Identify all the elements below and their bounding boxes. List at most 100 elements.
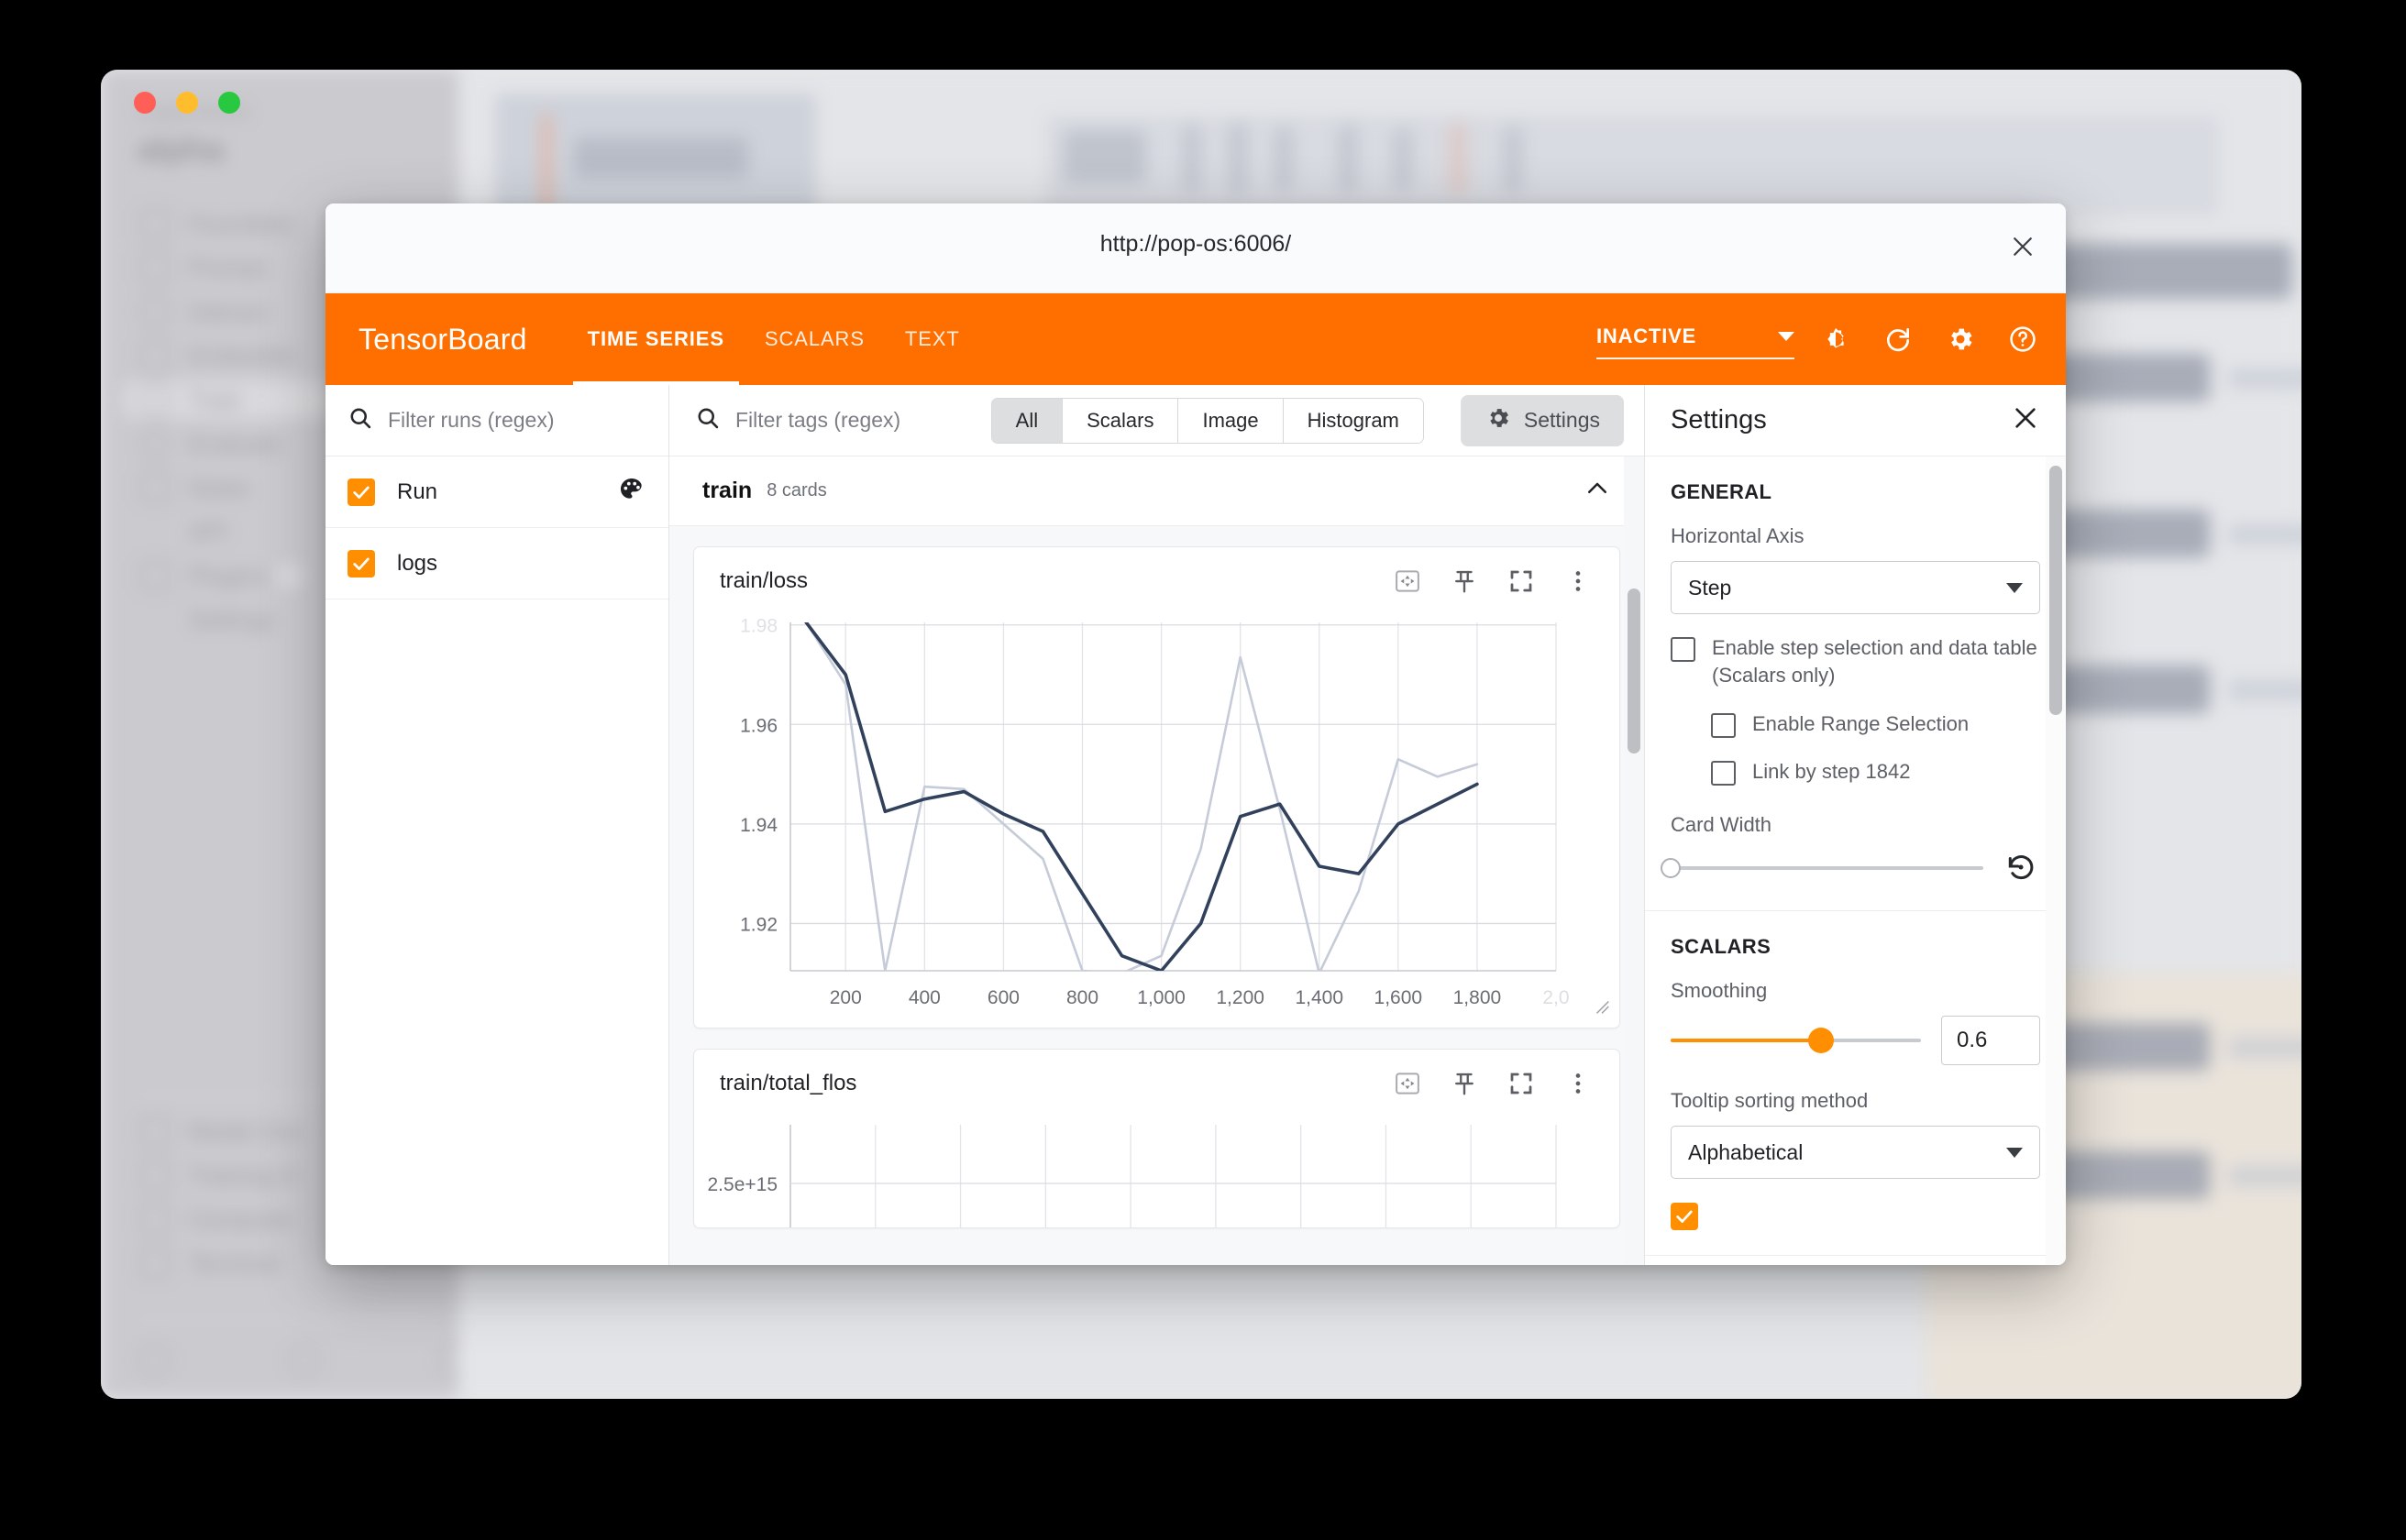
svg-text:600: 600 xyxy=(988,987,1020,1008)
fullscreen-icon[interactable] xyxy=(1506,566,1537,597)
pin-icon[interactable] xyxy=(1449,566,1480,597)
settings-scrollbar-thumb[interactable] xyxy=(2049,466,2062,715)
range-selection-row[interactable]: Enable Range Selection xyxy=(1711,710,2040,738)
gear-icon xyxy=(1485,405,1511,436)
run-checkbox[interactable] xyxy=(348,549,375,578)
reset-icon[interactable] xyxy=(2003,850,2040,886)
tag-group-name: train xyxy=(702,478,753,503)
chart-plot-area[interactable]: 2.5e+15 xyxy=(694,1117,1619,1227)
close-icon[interactable] xyxy=(2011,403,2040,437)
card-width-label: Card Width xyxy=(1671,813,1772,837)
maximize-window-button[interactable] xyxy=(218,92,240,114)
settings-section-scalars: SCALARS Smoothing 0.6 Tooltip sorting me… xyxy=(1645,911,2066,1257)
filter-all-button[interactable]: All xyxy=(991,398,1064,443)
settings-toggle-button[interactable]: Settings xyxy=(1460,394,1624,446)
more-options-icon[interactable] xyxy=(1562,1068,1594,1099)
svg-text:1,800: 1,800 xyxy=(1453,987,1502,1008)
filter-histogram-button[interactable]: Histogram xyxy=(1283,398,1423,443)
svg-text:1.96: 1.96 xyxy=(740,715,778,736)
card-width-slider-knob[interactable] xyxy=(1661,858,1681,879)
resize-handle[interactable] xyxy=(1592,996,1612,1022)
run-select-all-checkbox[interactable] xyxy=(348,478,375,506)
tooltip-sort-select[interactable]: Alphabetical xyxy=(1671,1126,2040,1180)
chevron-down-icon xyxy=(1778,332,1794,341)
step-selection-row[interactable]: Enable step selection and data table (Sc… xyxy=(1671,634,2040,690)
charts-panel: Filter tags (regex) All Scalars Image Hi… xyxy=(669,385,1644,1265)
chevron-up-icon[interactable] xyxy=(1584,475,1611,507)
pan-fit-icon[interactable] xyxy=(1392,566,1423,597)
tab-text[interactable]: TEXT xyxy=(885,293,980,385)
palette-icon[interactable] xyxy=(617,475,646,509)
tag-group-count: 8 cards xyxy=(767,480,827,500)
step-selection-label: Enable step selection and data table (Sc… xyxy=(1712,636,2037,688)
runs-filter-input[interactable]: Filter runs (regex) xyxy=(388,408,554,433)
tooltip-sort-label: Tooltip sorting method xyxy=(1671,1089,1869,1113)
svg-text:2,0: 2,0 xyxy=(1542,987,1569,1008)
filter-image-button[interactable]: Image xyxy=(1178,398,1284,443)
runs-filter-row[interactable]: Filter runs (regex) xyxy=(326,385,668,456)
svg-text:1,000: 1,000 xyxy=(1137,987,1186,1008)
smoothing-slider[interactable] xyxy=(1671,1028,1921,1054)
settings-section-title: GENERAL xyxy=(1671,480,1772,503)
search-icon xyxy=(695,405,721,435)
tensorboard-header: TensorBoard TIME SERIES SCALARS TEXT INA… xyxy=(326,293,2066,385)
range-selection-checkbox[interactable] xyxy=(1711,712,1736,738)
runs-header-row[interactable]: Run xyxy=(326,456,668,528)
gear-icon[interactable] xyxy=(1939,318,1981,360)
smoothing-slider-row[interactable]: 0.6 xyxy=(1671,1016,2040,1066)
pan-fit-icon[interactable] xyxy=(1392,1068,1423,1099)
card-width-slider-row[interactable] xyxy=(1661,850,2040,886)
settings-panel-header: Settings xyxy=(1645,385,2066,456)
pin-icon[interactable] xyxy=(1449,1068,1480,1099)
more-options-icon[interactable] xyxy=(1562,566,1594,597)
reload-status-dropdown[interactable]: INACTIVE xyxy=(1596,319,1794,359)
ignore-outliers-checkbox[interactable] xyxy=(1671,1203,1698,1231)
charts-scroll-area[interactable]: train 8 cards train/loss 1.92 1.94 1.96 … xyxy=(669,456,1644,1265)
minimize-window-button[interactable] xyxy=(176,92,198,114)
tab-scalars[interactable]: SCALARS xyxy=(745,293,885,385)
tensorboard-header-actions: INACTIVE xyxy=(1596,318,2044,360)
charts-scrollbar-thumb[interactable] xyxy=(1628,588,1640,754)
horizontal-axis-select[interactable]: Step xyxy=(1671,561,2040,614)
help-icon[interactable] xyxy=(2002,318,2044,360)
fullscreen-icon[interactable] xyxy=(1506,1068,1537,1099)
runs-column-header-label: Run xyxy=(397,478,438,504)
close-icon[interactable] xyxy=(2002,226,2044,268)
horizontal-axis-value: Step xyxy=(1688,575,1732,600)
card-width-slider[interactable] xyxy=(1661,858,1983,879)
smoothing-slider-knob[interactable] xyxy=(1807,1028,1834,1054)
modal-url-label: http://pop-os:6006/ xyxy=(1099,231,1292,257)
settings-scrollbar-track[interactable] xyxy=(2046,456,2066,1265)
link-by-step-row[interactable]: Link by step 1842 xyxy=(1711,758,2040,786)
settings-toggle-label: Settings xyxy=(1523,408,1600,432)
filter-scalars-button[interactable]: Scalars xyxy=(1063,398,1179,443)
settings-section-title: SCALARS xyxy=(1671,935,1771,959)
step-selection-checkbox[interactable] xyxy=(1671,637,1695,662)
tab-time-series[interactable]: TIME SERIES xyxy=(568,293,745,385)
link-by-step-checkbox[interactable] xyxy=(1711,761,1736,786)
tensorboard-body: Filter runs (regex) Run logs Filter tags… xyxy=(326,385,2066,1265)
chevron-down-icon xyxy=(2006,1147,2023,1158)
brightness-icon[interactable] xyxy=(1815,318,1857,360)
run-row-logs[interactable]: logs xyxy=(326,528,668,600)
svg-text:1.92: 1.92 xyxy=(740,914,778,935)
tag-group-header[interactable]: train 8 cards xyxy=(669,456,1644,526)
charts-scrollbar-track[interactable] xyxy=(1624,456,1644,1265)
svg-text:1.98: 1.98 xyxy=(740,616,778,637)
plugin-filter-group: All Scalars Image Histogram xyxy=(990,397,1424,444)
smoothing-value-input[interactable]: 0.6 xyxy=(1941,1016,2040,1066)
tooltip-sort-value: Alphabetical xyxy=(1688,1139,1804,1164)
chart-card-tools xyxy=(1392,566,1594,597)
chart-card-header: train/loss xyxy=(694,547,1619,615)
tags-filter-input[interactable]: Filter tags (regex) xyxy=(735,408,900,433)
close-window-button[interactable] xyxy=(134,92,156,114)
train-total-flos-line-chart[interactable]: 2.5e+15 xyxy=(694,1117,1574,1227)
train-loss-line-chart[interactable]: 1.92 1.94 1.96 1.98 200 400 600 800 1,000 1,200 1,… xyxy=(694,615,1574,1028)
chart-plot-area[interactable]: 1.92 1.94 1.96 1.98 200 400 600 800 1,000 1,200 1,… xyxy=(694,615,1619,1028)
svg-text:1,600: 1,600 xyxy=(1374,987,1423,1008)
chart-card-train-total-flos: train/total_flos 2.5e+15 xyxy=(693,1049,1620,1228)
range-selection-label: Enable Range Selection xyxy=(1752,711,1970,735)
refresh-icon[interactable] xyxy=(1877,318,1919,360)
settings-panel-content[interactable]: GENERAL Horizontal Axis Step Enable step… xyxy=(1645,456,2066,1265)
search-icon xyxy=(348,405,373,435)
